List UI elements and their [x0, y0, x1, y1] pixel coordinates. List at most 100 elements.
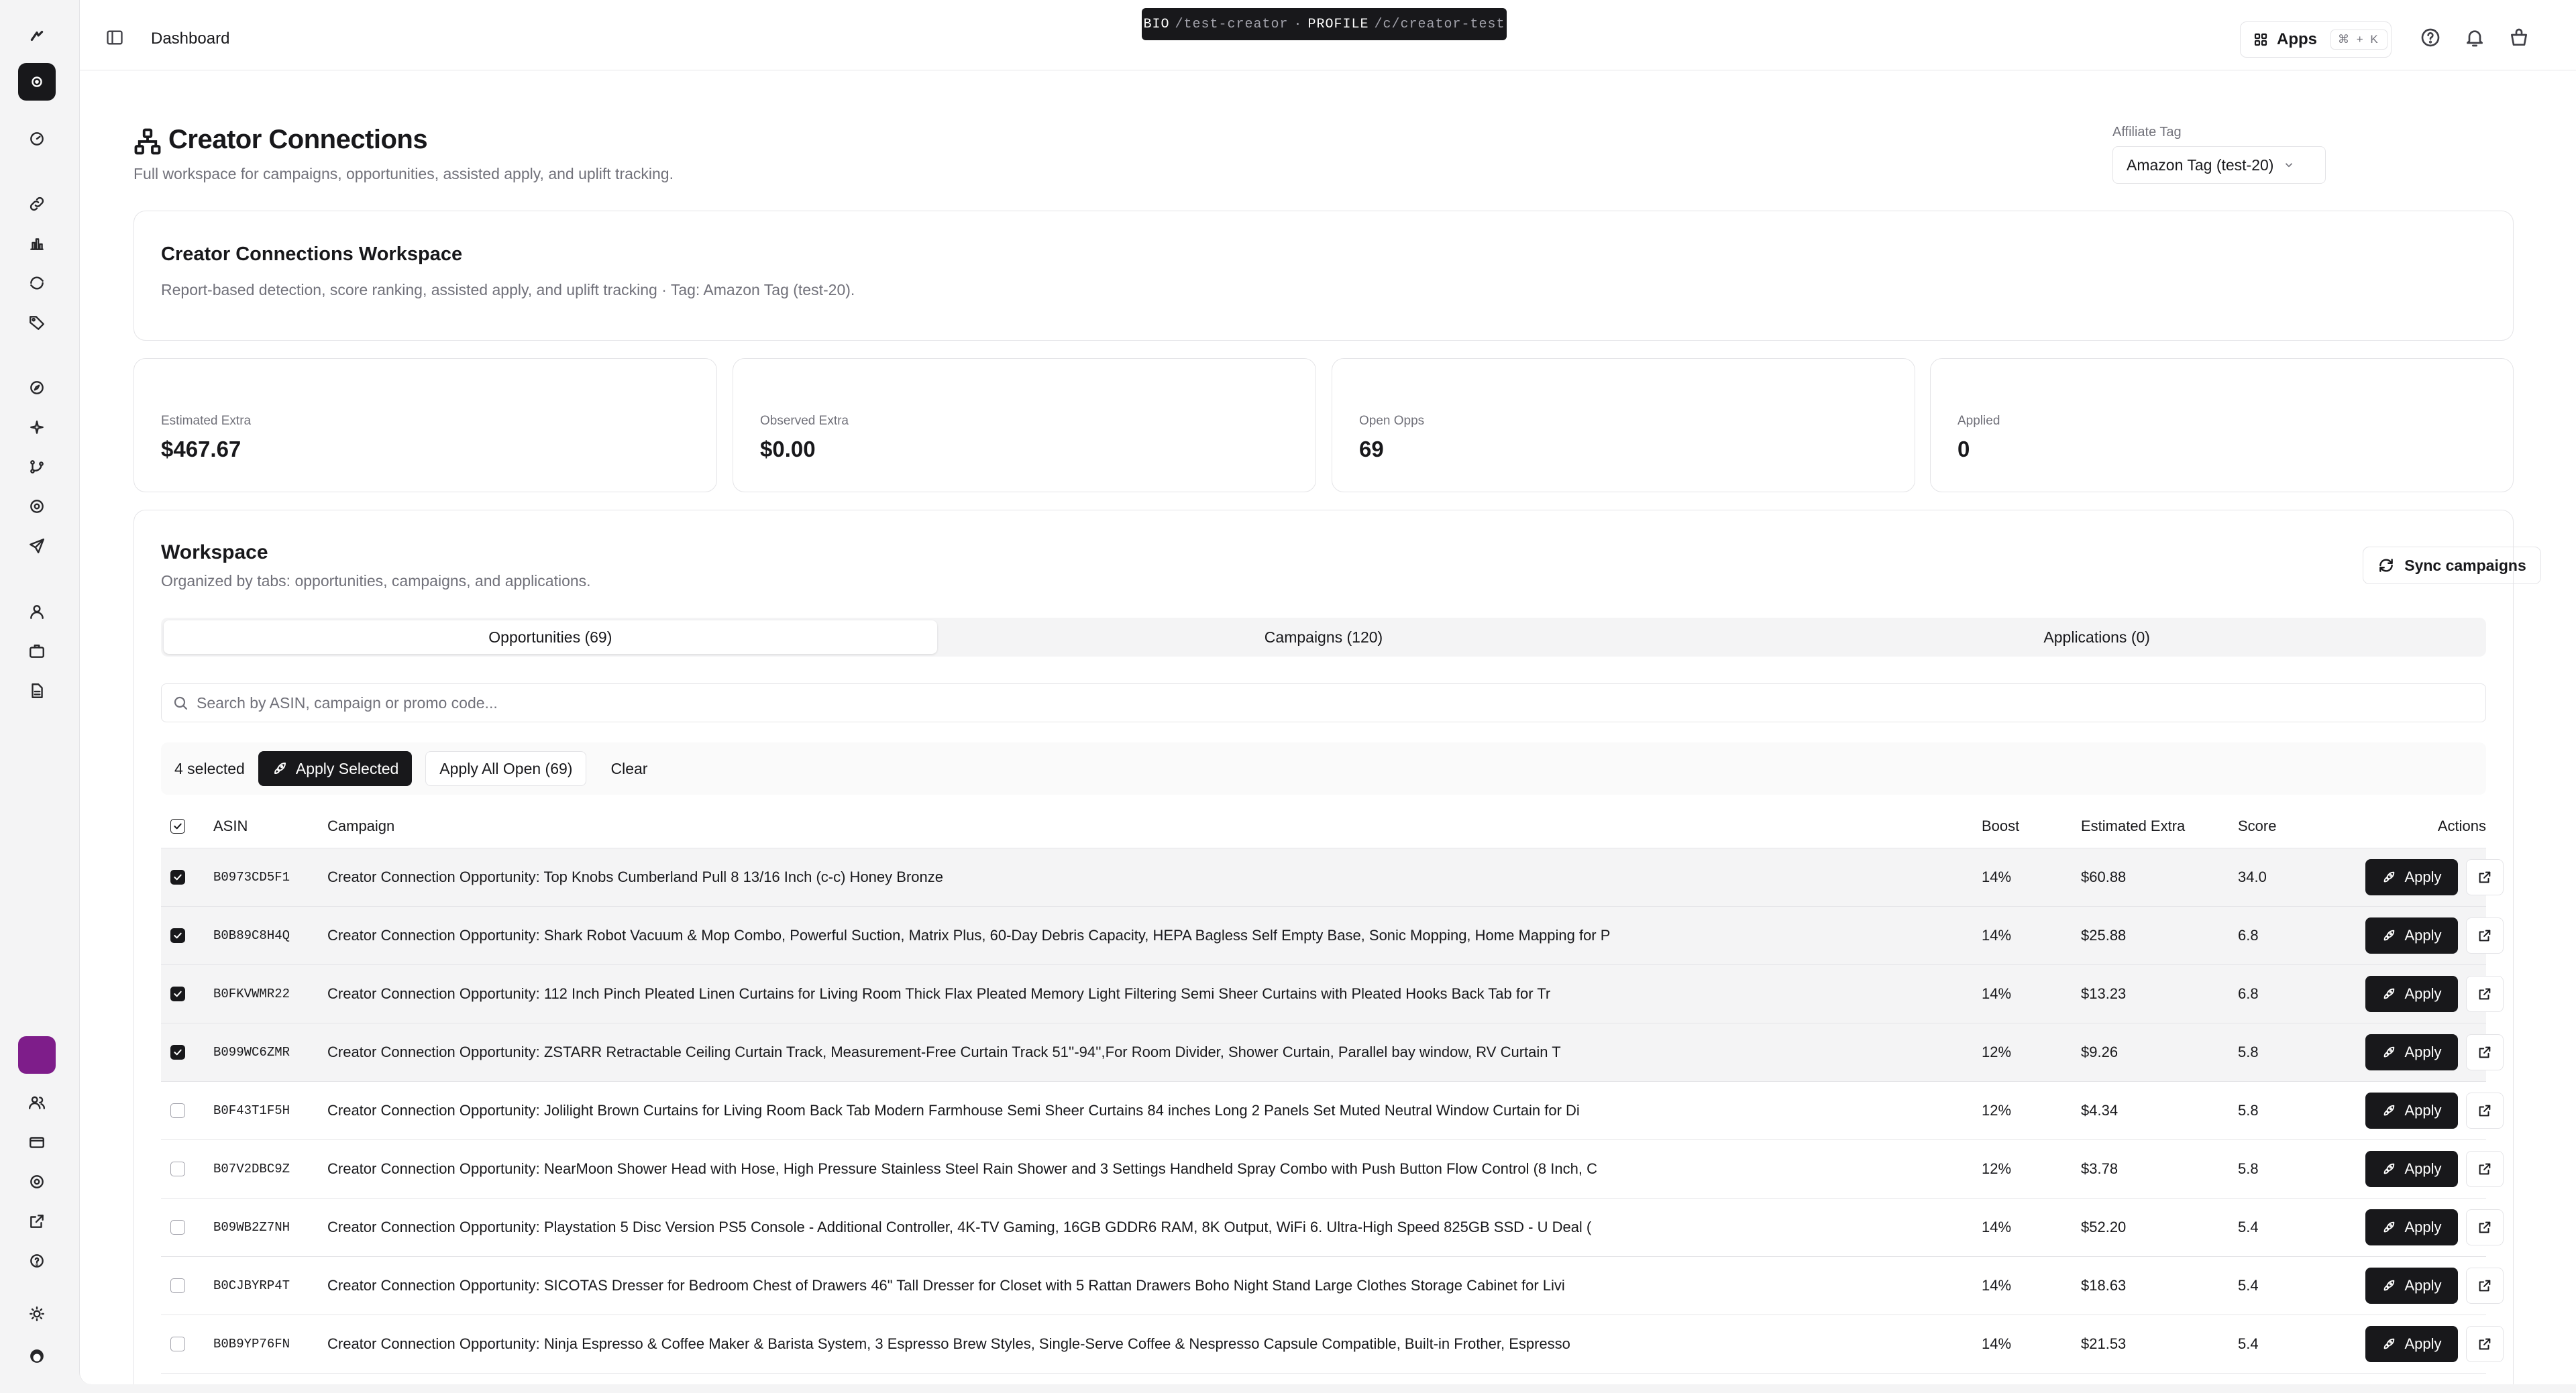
- analytics-icon[interactable]: [18, 225, 56, 262]
- table-row[interactable]: B0B89C8H4Q Creator Connection Opportunity…: [161, 907, 2504, 965]
- table-row[interactable]: B07V2DBC9Z Creator Connection Opportunity…: [161, 1140, 2504, 1199]
- external-link-icon: [2479, 1338, 2491, 1350]
- row-estimated-extra: $21.53: [2081, 1335, 2127, 1352]
- theme-sun-icon[interactable]: [18, 1295, 56, 1333]
- row-checkbox[interactable]: [170, 1045, 185, 1060]
- row-open-external-button[interactable]: [2466, 1268, 2504, 1304]
- bio-path[interactable]: /test-creator: [1175, 17, 1288, 32]
- send-icon[interactable]: [18, 527, 56, 565]
- row-checkbox[interactable]: [170, 1220, 185, 1235]
- row-open-external-button[interactable]: [2466, 1209, 2504, 1245]
- select-all-checkbox[interactable]: [170, 818, 185, 834]
- rocket-icon: [2384, 1338, 2395, 1349]
- row-estimated-extra: $18.63: [2081, 1277, 2127, 1294]
- row-apply-label: Apply: [2404, 869, 2442, 885]
- row-open-external-button[interactable]: [2466, 1151, 2504, 1187]
- tag-icon[interactable]: [18, 304, 56, 341]
- check-icon: [174, 823, 182, 829]
- row-score: 5.8: [2238, 1102, 2259, 1119]
- row-checkbox-cell: [170, 1257, 189, 1315]
- billing-icon[interactable]: [18, 1123, 56, 1161]
- row-apply-button[interactable]: Apply: [2365, 976, 2458, 1012]
- row-checkbox[interactable]: [170, 928, 185, 943]
- header-estimated-extra: Estimated Extra: [2081, 817, 2186, 834]
- tab-campaigns[interactable]: Campaigns (120): [937, 620, 1711, 654]
- document-icon[interactable]: [18, 672, 56, 710]
- profile-avatar-icon[interactable]: [18, 1337, 56, 1375]
- help-icon[interactable]: [18, 1242, 56, 1280]
- row-open-external-button[interactable]: [2466, 1093, 2504, 1129]
- sparkles-icon[interactable]: [18, 408, 56, 446]
- row-apply-button[interactable]: Apply: [2365, 1326, 2458, 1362]
- apps-button[interactable]: Apps ⌘ + K: [2240, 21, 2392, 58]
- row-campaign: Creator Connection Opportunity: Joliligh…: [327, 1102, 1580, 1119]
- breadcrumb[interactable]: Dashboard: [151, 30, 229, 48]
- row-campaign: Creator Connection Opportunity: ZSTARR R…: [327, 1044, 1561, 1060]
- row-checkbox[interactable]: [170, 987, 185, 1001]
- selected-count: 4 selected: [174, 759, 245, 777]
- dashboard-icon[interactable]: [18, 120, 56, 158]
- row-open-external-button[interactable]: [2466, 1034, 2504, 1070]
- bell-icon[interactable]: [2464, 27, 2485, 48]
- affiliate-tag-select[interactable]: Amazon Tag (test-20): [2112, 146, 2326, 184]
- user-icon[interactable]: [18, 593, 56, 630]
- row-checkbox-cell: [170, 1315, 189, 1373]
- sidebar-toggle-icon[interactable]: [105, 28, 124, 47]
- cart-icon[interactable]: [2508, 27, 2530, 48]
- table-row[interactable]: B0B9YP76FN Creator Connection Opportunity…: [161, 1315, 2504, 1374]
- row-apply-button[interactable]: Apply: [2365, 1093, 2458, 1129]
- clear-button[interactable]: Clear: [600, 751, 658, 786]
- table-row[interactable]: B0F43T1F5H Creator Connection Opportunity…: [161, 1082, 2504, 1140]
- row-checkbox[interactable]: [170, 1103, 185, 1118]
- row-checkbox[interactable]: [170, 870, 185, 885]
- table-row[interactable]: B0973CD5F1 Creator Connection Opportunity…: [161, 848, 2504, 907]
- table-row[interactable]: B09WB2Z7NH Creator Connection Opportunity…: [161, 1199, 2504, 1257]
- team-icon[interactable]: [18, 1084, 56, 1121]
- row-open-external-button[interactable]: [2466, 917, 2504, 954]
- sync-campaigns-button[interactable]: Sync campaigns: [2363, 547, 2541, 584]
- row-checkbox[interactable]: [170, 1337, 185, 1351]
- settings-icon[interactable]: [18, 1163, 56, 1201]
- support-icon[interactable]: [18, 488, 56, 525]
- row-apply-button[interactable]: Apply: [2365, 917, 2458, 954]
- row-checkbox-cell: [170, 1140, 189, 1198]
- apply-selected-button[interactable]: Apply Selected: [258, 751, 413, 786]
- row-apply-button[interactable]: Apply: [2365, 1151, 2458, 1187]
- git-branch-icon[interactable]: [18, 448, 56, 486]
- home-icon[interactable]: [18, 63, 56, 101]
- logo-icon[interactable]: [18, 17, 56, 55]
- table-row[interactable]: B099WC6ZMR Creator Connection Opportunity…: [161, 1023, 2504, 1082]
- briefcase-icon[interactable]: [18, 632, 56, 670]
- row-checkbox[interactable]: [170, 1278, 185, 1293]
- sync-icon[interactable]: [18, 264, 56, 302]
- row-apply-button[interactable]: Apply: [2365, 1209, 2458, 1245]
- row-open-external-button[interactable]: [2466, 976, 2504, 1012]
- external-link-icon: [2479, 1221, 2491, 1233]
- workspace-avatar-icon[interactable]: [18, 1036, 56, 1074]
- row-asin: B0FKVWMR22: [213, 987, 290, 1001]
- table-row[interactable]: B0CJBYRP4T Creator Connection Opportunity…: [161, 1257, 2504, 1315]
- compass-icon[interactable]: [18, 369, 56, 406]
- profile-path[interactable]: /c/creator-test: [1375, 17, 1505, 32]
- external-share-icon[interactable]: [18, 1203, 56, 1240]
- external-link-icon: [2479, 988, 2491, 1000]
- link-icon[interactable]: [18, 185, 56, 223]
- row-checkbox-cell: [170, 1082, 189, 1139]
- row-apply-button[interactable]: Apply: [2365, 859, 2458, 895]
- row-estimated-extra: $60.88: [2081, 869, 2127, 885]
- row-boost: 14%: [1982, 1277, 2012, 1294]
- row-estimated-extra: $52.20: [2081, 1219, 2127, 1235]
- row-checkbox[interactable]: [170, 1162, 185, 1176]
- help-circle-icon[interactable]: [2420, 27, 2441, 48]
- tab-opportunities[interactable]: Opportunities (69): [164, 620, 937, 654]
- row-open-external-button[interactable]: [2466, 1326, 2504, 1362]
- row-score: 34.0: [2238, 869, 2267, 885]
- row-apply-button[interactable]: Apply: [2365, 1034, 2458, 1070]
- search-input[interactable]: [197, 693, 2410, 712]
- apply-all-open-button[interactable]: Apply All Open (69): [425, 751, 587, 786]
- row-open-external-button[interactable]: [2466, 859, 2504, 895]
- table-row[interactable]: B0FKVWMR22 Creator Connection Opportunity…: [161, 965, 2504, 1023]
- header-score: Score: [2238, 817, 2277, 834]
- row-apply-button[interactable]: Apply: [2365, 1268, 2458, 1304]
- tab-applications[interactable]: Applications (0): [1710, 620, 2483, 654]
